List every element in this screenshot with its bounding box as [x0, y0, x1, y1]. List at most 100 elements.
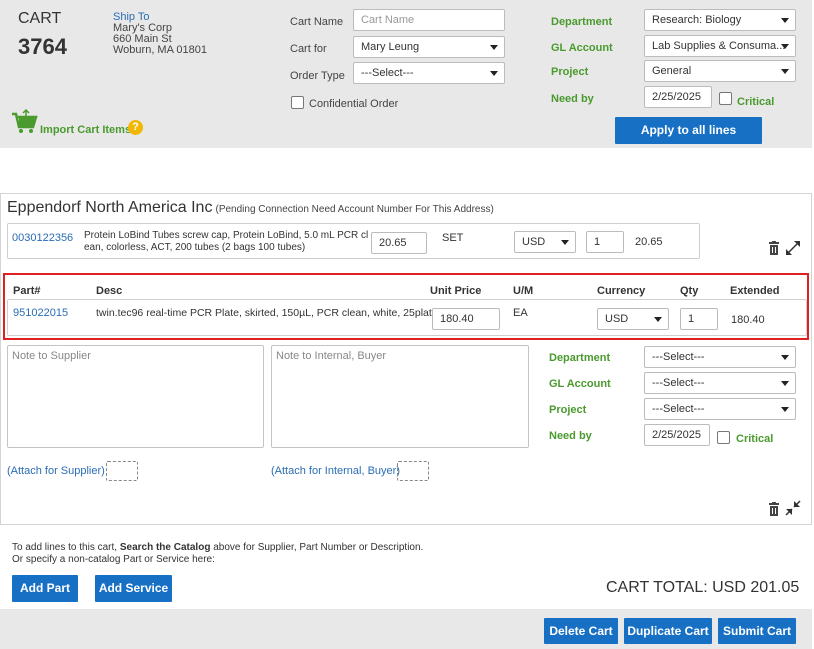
hint-post: above for Supplier, Part Number or Descr… [210, 542, 424, 553]
line-department-label: Department [549, 352, 611, 364]
attach-supplier-dropzone[interactable] [106, 461, 138, 481]
note-to-supplier-placeholder: Note to Supplier [12, 350, 91, 362]
cart-for-select[interactable]: Mary Leung [353, 36, 505, 58]
line-gl-account-value: ---Select--- [652, 377, 705, 389]
order-type-label: Order Type [290, 70, 345, 82]
line-1-desc-b: ean, colorless, ACT, 200 tubes (2 bags 1… [84, 242, 306, 253]
note-to-supplier-input[interactable]: Note to Supplier [7, 345, 264, 448]
order-type-value: ---Select--- [361, 67, 414, 79]
ship-to-line3: Woburn, MA 01801 [113, 44, 207, 56]
add-lines-hint-line2: Or specify a non-catalog Part or Service… [12, 554, 215, 565]
line-2-qty-input[interactable]: 1 [680, 308, 718, 330]
line-1-qty-input[interactable]: 1 [586, 231, 624, 253]
critical-checkbox[interactable] [719, 92, 732, 105]
department-label: Department [551, 16, 613, 28]
line-2-desc: twin.tec96 real-time PCR Plate, skirted,… [96, 307, 443, 319]
cart-number: 3764 [18, 34, 67, 59]
cart-label: CART [18, 10, 62, 27]
department-select[interactable]: Research: Biology [644, 9, 796, 31]
supplier-title: Eppendorf North America Inc (Pending Con… [7, 199, 494, 217]
col-extended: Extended [730, 285, 780, 297]
line-2-um: EA [513, 307, 528, 319]
help-icon[interactable]: ? [128, 120, 143, 135]
project-value: General [652, 65, 692, 77]
line-department-select[interactable]: ---Select--- [644, 346, 796, 368]
attach-for-supplier-link[interactable]: (Attach for Supplier) [7, 465, 105, 477]
cart-name-label: Cart Name [290, 16, 344, 28]
line-2-extended: 180.40 [731, 314, 765, 326]
project-select[interactable]: General [644, 60, 796, 82]
add-service-button[interactable]: Add Service [95, 575, 172, 602]
chevron-down-icon [490, 45, 498, 50]
line-1-extended: 20.65 [635, 236, 663, 248]
line-department-value: ---Select--- [652, 351, 705, 363]
note-to-internal-input[interactable]: Note to Internal, Buyer [271, 345, 529, 448]
line-critical-checkbox[interactable] [717, 431, 730, 444]
line-2-currency-select[interactable]: USD [597, 308, 669, 330]
delete-line-1-trash-icon[interactable] [768, 241, 780, 255]
submit-cart-button[interactable]: Submit Cart [718, 618, 796, 644]
line-project-label: Project [549, 404, 587, 416]
confidential-checkbox[interactable] [291, 96, 304, 109]
critical-label: Critical [737, 96, 775, 108]
need-by-input[interactable]: 2/25/2025 [644, 86, 712, 108]
expand-line-1-icon[interactable] [785, 240, 801, 256]
gl-account-label: GL Account [551, 42, 613, 54]
search-catalog-text: Search the Catalog [119, 542, 211, 553]
apply-to-all-lines-button[interactable]: Apply to all lines [615, 117, 762, 144]
cart-total: CART TOTAL: USD 201.05 [606, 579, 800, 596]
col-desc: Desc [96, 285, 123, 297]
line-1-desc-a: Protein LoBind Tubes screw cap, Protein … [84, 230, 369, 241]
line-need-by-input[interactable]: 2/25/2025 [644, 424, 710, 446]
line-2-unit-price-input[interactable]: 180.40 [432, 308, 500, 330]
cart-name-input[interactable]: Cart Name [353, 9, 505, 31]
line-2-part-link[interactable]: 951022015 [13, 307, 68, 319]
line-gl-account-label: GL Account [549, 378, 611, 390]
order-type-select[interactable]: ---Select--- [353, 62, 505, 84]
attach-internal-dropzone[interactable] [397, 461, 429, 481]
line-critical-label: Critical [736, 433, 774, 445]
chevron-down-icon [781, 407, 789, 412]
duplicate-cart-button[interactable]: Duplicate Cart [624, 618, 712, 644]
confidential-label: Confidential Order [309, 98, 399, 110]
hint-pre: To add lines to this cart, [12, 542, 120, 553]
cart-import-icon [12, 108, 38, 133]
supplier-pending-note: (Pending Connection Need Account Number … [215, 204, 494, 215]
chevron-down-icon [781, 381, 789, 386]
note-to-internal-placeholder: Note to Internal, Buyer [276, 350, 387, 362]
chevron-down-icon [781, 355, 789, 360]
line-need-by-label: Need by [549, 430, 592, 442]
line-1-currency-select[interactable]: USD [514, 231, 576, 253]
line-1-unit-price-input[interactable]: 20.65 [371, 232, 427, 254]
delete-line-2-trash-icon[interactable] [768, 502, 780, 516]
chevron-down-icon [781, 18, 789, 23]
line-1-part-link[interactable]: 0030122356 [12, 232, 73, 244]
col-um: U/M [513, 285, 534, 297]
need-by-label: Need by [551, 93, 594, 105]
chevron-down-icon [490, 71, 498, 76]
chevron-down-icon [654, 317, 662, 322]
gl-account-select[interactable]: Lab Supplies & Consuma... [644, 35, 796, 57]
department-value: Research: Biology [652, 14, 742, 26]
help-icon-glyph: ? [132, 121, 139, 133]
chevron-down-icon [561, 240, 569, 245]
col-part: Part# [13, 285, 41, 297]
supplier-name: Eppendorf North America Inc [7, 199, 213, 216]
project-label: Project [551, 66, 589, 78]
add-part-button[interactable]: Add Part [12, 575, 78, 602]
line-project-select[interactable]: ---Select--- [644, 398, 796, 420]
col-qty: Qty [680, 285, 699, 297]
line-1-currency-value: USD [522, 236, 546, 248]
attach-for-internal-link[interactable]: (Attach for Internal, Buyer) [271, 465, 400, 477]
import-cart-items-label: Import Cart Items [40, 124, 132, 136]
col-unit-price: Unit Price [430, 285, 482, 297]
delete-cart-button[interactable]: Delete Cart [544, 618, 618, 644]
col-currency: Currency [597, 285, 646, 297]
add-lines-hint: To add lines to this cart, Search the Ca… [12, 542, 423, 553]
gl-account-value: Lab Supplies & Consuma... [652, 40, 786, 52]
line-1-um: SET [442, 232, 464, 244]
collapse-line-2-icon[interactable] [785, 500, 801, 516]
cart-for-label: Cart for [290, 43, 327, 55]
line-gl-account-select[interactable]: ---Select--- [644, 372, 796, 394]
cart-for-value: Mary Leung [361, 41, 420, 53]
